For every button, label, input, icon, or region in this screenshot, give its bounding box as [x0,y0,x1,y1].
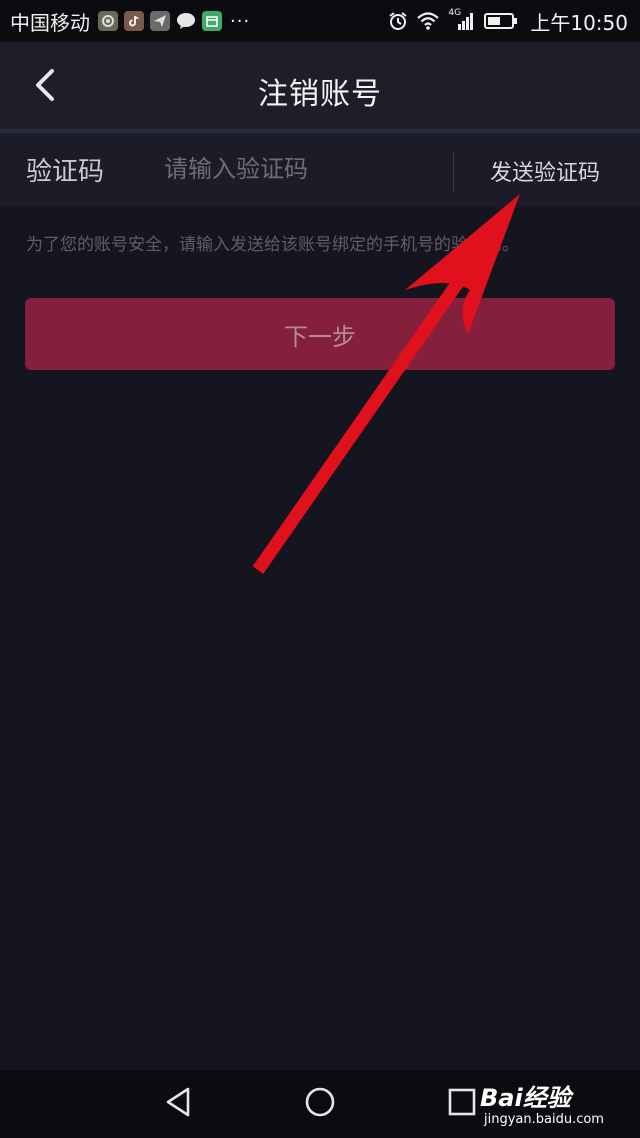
triangle-back-icon [163,1086,193,1122]
cellular-signal-icon: 4G [448,8,476,32]
more-notifications-icon: ··· [230,10,251,32]
status-left: 中国移动 ··· [0,7,250,36]
row-divider [453,153,454,191]
message-app-icon [176,11,196,31]
send-code-button[interactable]: 发送验证码 [490,155,600,187]
status-clock: 上午10:50 [530,10,628,35]
camera-app-icon [98,11,118,31]
status-bar: 中国移动 ··· 4G 上午10:50 [0,0,640,42]
battery-icon [484,12,518,30]
app-header: 注销账号 [0,42,640,132]
screen: 中国移动 ··· 4G 上午10:50 注销账号 验证码 请输入验证码 发送验证… [0,0,640,1138]
page-title: 注销账号 [258,77,382,112]
code-label: 验证码 [26,157,105,187]
watermark-url: jingyan.baidu.com [484,1112,604,1127]
calendar-app-icon [202,11,222,31]
alarm-icon [388,11,408,31]
send-app-icon [150,11,170,31]
circle-home-icon [304,1086,336,1122]
wifi-icon [416,11,440,31]
nav-recents-button[interactable] [442,1084,482,1124]
verification-code-row: 验证码 发送验证码 [0,133,640,207]
carrier-name: 中国移动 [10,10,90,35]
system-nav-bar: Bai经验 jingyan.baidu.com [0,1070,640,1138]
tiktok-app-icon [124,11,144,31]
nav-home-button[interactable] [300,1084,340,1124]
square-recents-icon [447,1087,477,1121]
baidu-jingyan-watermark: Bai经验 jingyan.baidu.com [480,1078,610,1132]
next-step-button[interactable]: 下一步 [25,298,615,370]
watermark-brand: Bai经验 [480,1084,571,1112]
nav-back-button[interactable] [158,1084,198,1124]
security-hint: 为了您的账号安全，请输入发送给该账号绑定的手机号的验证码。 [26,235,519,255]
status-right: 4G 上午10:50 [388,0,628,42]
verification-code-input[interactable] [164,147,434,191]
